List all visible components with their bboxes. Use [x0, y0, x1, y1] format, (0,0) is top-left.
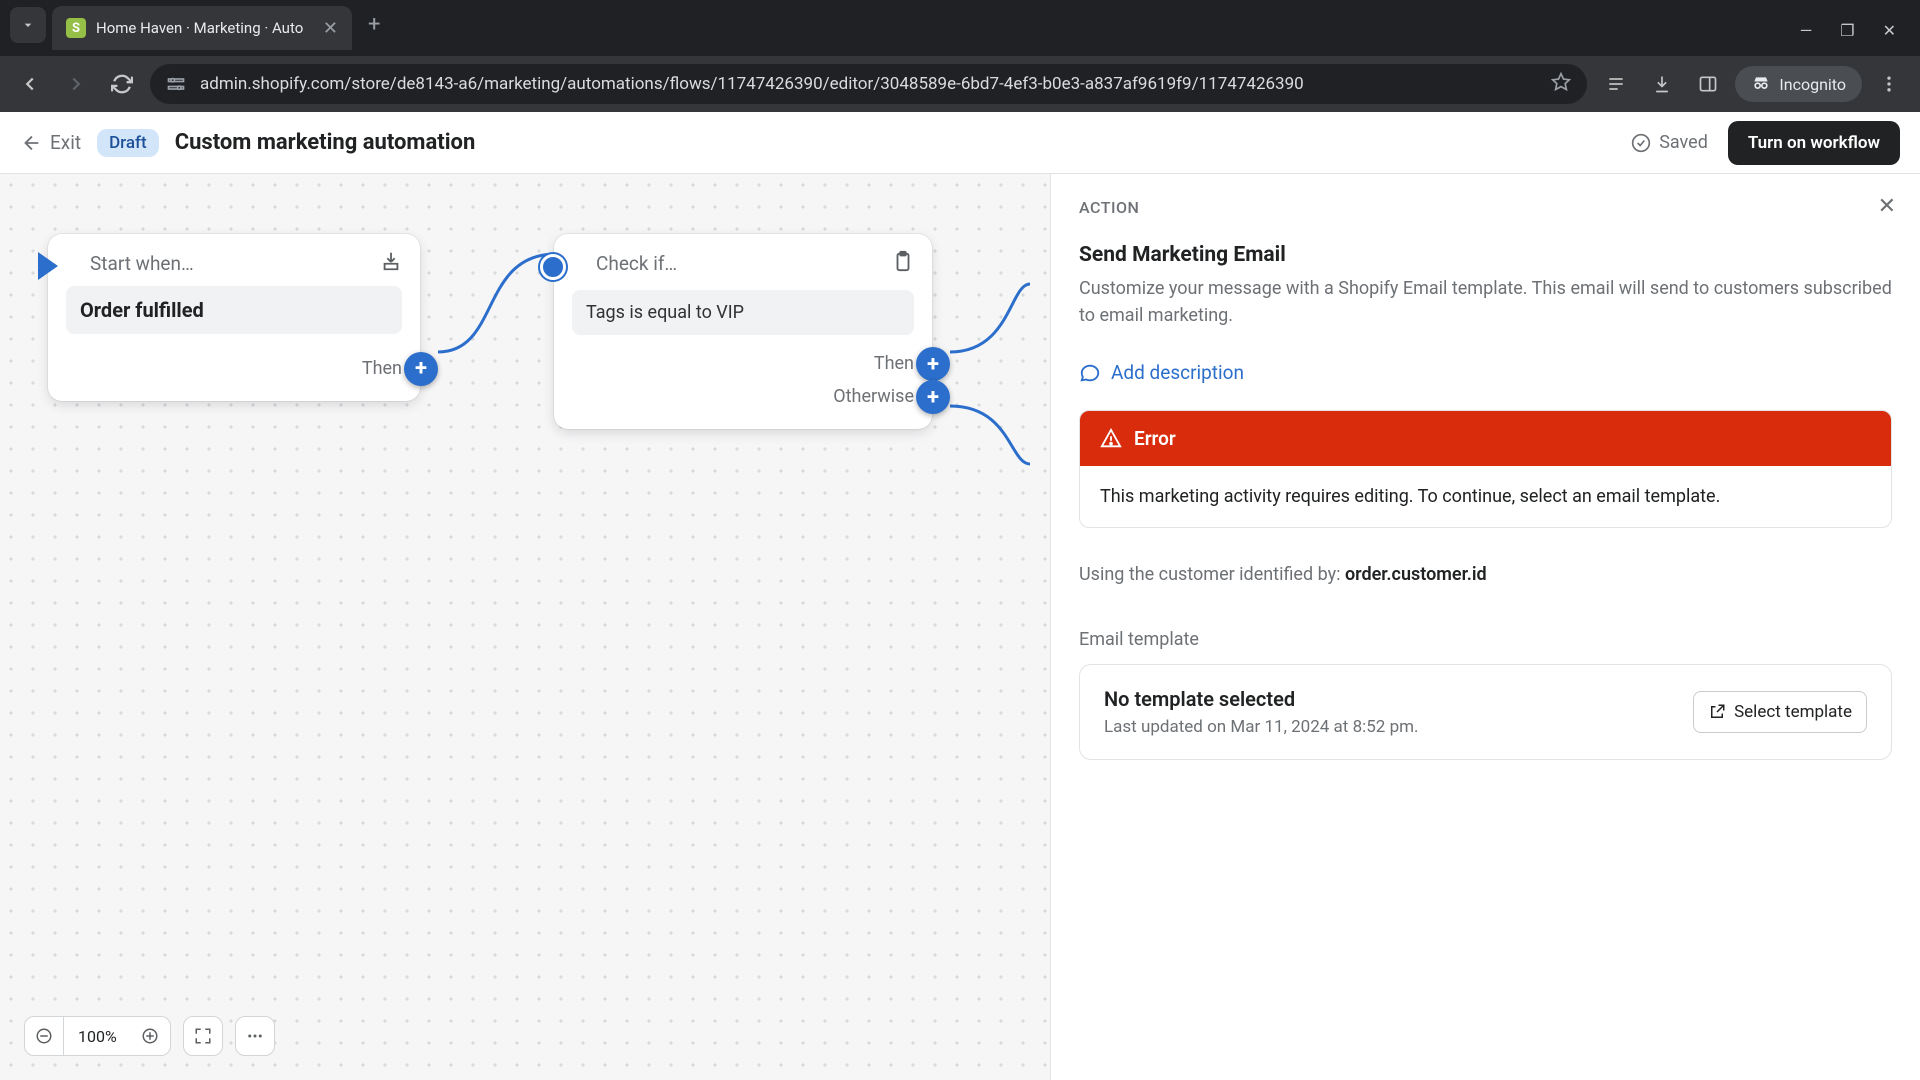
sidebar-description: Customize your message with a Shopify Em…: [1079, 275, 1892, 329]
bookmark-icon[interactable]: [1551, 72, 1571, 96]
more-canvas-button[interactable]: [235, 1016, 275, 1056]
app-header: Exit Draft Custom marketing automation S…: [0, 112, 1920, 174]
saved-status: Saved: [1631, 132, 1708, 153]
action-sidebar: ✕ ACTION Send Marketing Email Customize …: [1050, 174, 1920, 1080]
start-node-title: Start when…: [90, 252, 194, 275]
browser-tab-strip: S Home Haven · Marketing · Auto ✕ + — ❐ …: [0, 0, 1920, 56]
zoom-in-button[interactable]: [131, 1016, 171, 1056]
workflow-canvas[interactable]: Start when… Order fulfilled Then + Check…: [0, 174, 1050, 1080]
condition-node[interactable]: Check if… Tags is equal to VIP Then + Ot…: [554, 234, 932, 429]
sidebar-title: Send Marketing Email: [1079, 243, 1892, 267]
canvas-toolbar: 100%: [24, 1016, 275, 1056]
new-tab-button[interactable]: +: [352, 12, 396, 37]
add-step-button[interactable]: +: [404, 352, 438, 386]
maximize-icon[interactable]: ❐: [1840, 21, 1854, 40]
incognito-badge[interactable]: Incognito: [1735, 66, 1862, 102]
trigger-icon: [380, 250, 402, 276]
condition-text: Tags is equal to VIP: [572, 290, 914, 335]
close-window-icon[interactable]: ✕: [1883, 21, 1896, 40]
downloads-icon[interactable]: [1643, 65, 1681, 103]
site-settings-icon[interactable]: [166, 74, 186, 94]
url-text: admin.shopify.com/store/de8143-a6/market…: [200, 74, 1537, 94]
browser-tab[interactable]: S Home Haven · Marketing · Auto ✕: [52, 6, 352, 50]
error-title: Error: [1134, 427, 1176, 450]
tab-title: Home Haven · Marketing · Auto: [96, 19, 313, 37]
then-label: Then: [362, 358, 402, 379]
start-node[interactable]: Start when… Order fulfilled Then +: [48, 234, 420, 401]
clipboard-icon: [892, 250, 914, 276]
play-icon: [38, 252, 58, 280]
zoom-level: 100%: [64, 1016, 131, 1056]
forward-button[interactable]: [58, 66, 94, 102]
close-sidebar-icon[interactable]: ✕: [1878, 194, 1896, 219]
minimize-icon[interactable]: —: [1800, 21, 1813, 40]
media-icon[interactable]: [1597, 65, 1635, 103]
sidebar-label: ACTION: [1079, 198, 1892, 217]
add-description-button[interactable]: Add description: [1079, 361, 1892, 384]
turn-on-workflow-button[interactable]: Turn on workflow: [1728, 121, 1900, 165]
tab-close-icon[interactable]: ✕: [323, 18, 338, 39]
tab-search-button[interactable]: [10, 7, 46, 43]
condition-marker-icon: [540, 254, 566, 280]
add-then-step-button[interactable]: +: [916, 347, 950, 381]
browser-toolbar: admin.shopify.com/store/de8143-a6/market…: [0, 56, 1920, 112]
identifier-text: Using the customer identified by: order.…: [1079, 564, 1892, 585]
exit-button[interactable]: Exit: [20, 131, 81, 154]
error-body: This marketing activity requires editing…: [1080, 466, 1891, 527]
email-template-label: Email template: [1079, 629, 1892, 650]
template-status: No template selected: [1104, 687, 1419, 711]
draft-badge: Draft: [97, 129, 159, 157]
shopify-favicon: S: [66, 18, 86, 38]
reload-button[interactable]: [104, 66, 140, 102]
start-node-condition: Order fulfilled: [66, 286, 402, 334]
zoom-out-button[interactable]: [24, 1016, 64, 1056]
side-panel-icon[interactable]: [1689, 65, 1727, 103]
kebab-menu-icon[interactable]: [1870, 65, 1908, 103]
back-button[interactable]: [12, 66, 48, 102]
page-title: Custom marketing automation: [175, 130, 476, 155]
condition-node-title: Check if…: [596, 252, 677, 275]
then-label: Then: [874, 353, 914, 374]
fit-view-button[interactable]: [183, 1016, 223, 1056]
address-bar[interactable]: admin.shopify.com/store/de8143-a6/market…: [150, 64, 1587, 104]
select-template-button[interactable]: Select template: [1693, 691, 1867, 733]
template-card: No template selected Last updated on Mar…: [1079, 664, 1892, 760]
error-banner: Error This marketing activity requires e…: [1079, 410, 1892, 528]
template-updated: Last updated on Mar 11, 2024 at 8:52 pm.: [1104, 717, 1419, 737]
add-otherwise-step-button[interactable]: +: [916, 380, 950, 414]
otherwise-label: Otherwise: [833, 386, 914, 407]
